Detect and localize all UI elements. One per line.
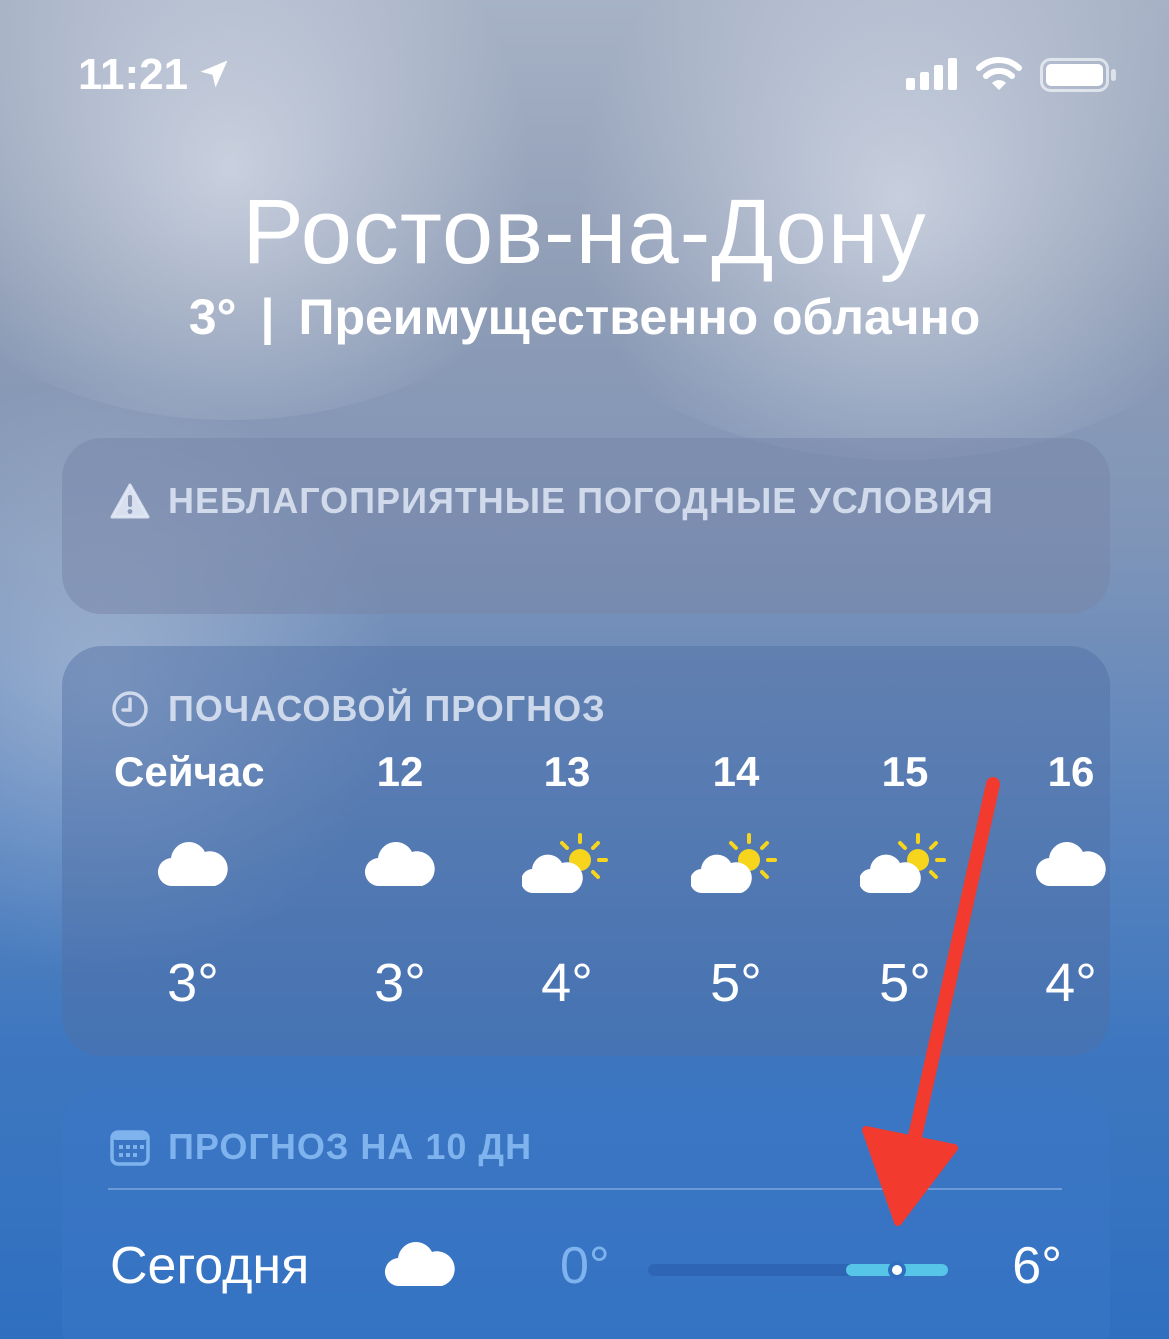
partly-sunny-icon [482,798,652,928]
hourly-item: 12 3° [315,746,485,1014]
hour-label: 12 [376,748,424,795]
hour-temperature: 3° [167,953,219,1013]
hour-temperature: 5° [879,953,931,1013]
alert-title: НЕБЛАГОПРИЯТНЫЕ ПОГОДНЫЕ УСЛОВИЯ [168,480,994,521]
hour-label: Сейчас [114,748,265,795]
hour-temperature: 5° [710,953,762,1013]
day-name: Сегодня [110,1237,310,1295]
daily-header: ПРОГНОЗ НА 10 ДН [110,1126,532,1168]
alert-header: НЕБЛАГОПРИЯТНЫЕ ПОГОДНЫЕ УСЛОВИЯ [110,480,994,522]
current-condition: Преимущественно облачно [298,289,981,345]
hour-temperature: 4° [1045,953,1097,1013]
calendar-icon [110,1130,150,1166]
day-low-temperature: 0° [560,1237,610,1295]
hourly-item: Сейчас 3° [108,746,278,1014]
hourly-item: 14 5° [651,746,821,1014]
hourly-header: ПОЧАСОВОЙ ПРОГНОЗ [110,688,606,730]
hourly-item: 16 4° [986,746,1110,1014]
partly-sunny-icon [820,798,990,928]
weather-screen: 11:21 Ростов-на-Дону 3° | Преимущественно … [0,0,1169,1339]
hourly-item: 13 4° [482,746,652,1014]
current-temperature: 3° [188,289,237,345]
cloud-icon [315,798,485,928]
hourly-forecast-card[interactable]: ПОЧАСОВОЙ ПРОГНОЗ Сейчас 3° 12 3° 13 4° … [62,646,1110,1056]
daily-title: ПРОГНОЗ НА 10 ДН [168,1126,533,1167]
temperature-range-bar [648,1261,948,1279]
hourly-item: 15 5° [820,746,990,1014]
divider [108,1188,1062,1190]
hour-label: 14 [712,748,760,795]
battery-icon [1040,58,1116,92]
current-temperature-marker [888,1261,906,1279]
hour-label: 13 [543,748,591,795]
current-summary: 3° | Преимущественно облачно [0,288,1169,346]
cloud-icon [108,798,278,928]
status-time: 11:21 [78,50,189,99]
cloud-icon [384,1238,456,1293]
hourly-title: ПОЧАСОВОЙ ПРОГНОЗ [168,688,606,729]
location-arrow-icon [200,60,228,88]
cellular-signal-icon [906,58,957,90]
hour-temperature: 3° [374,953,426,1013]
summary-separator: | [260,289,275,345]
cloud-icon [986,798,1110,928]
wifi-icon [976,57,1022,90]
clock-icon [112,691,148,727]
weather-alert-card[interactable]: НЕБЛАГОПРИЯТНЫЕ ПОГОДНЫЕ УСЛОВИЯ [62,438,1110,614]
day-row[interactable]: Сегодня 0° 6° [110,1228,1062,1298]
hour-temperature: 4° [541,953,593,1013]
city-name: Ростов-на-Дону [242,181,927,283]
hour-label: 15 [881,748,929,795]
partly-sunny-icon [651,798,821,928]
ten-day-forecast-card[interactable]: ПРОГНОЗ НА 10 ДН Сегодня 0° 6° [62,1088,1110,1339]
warning-triangle-icon [110,483,150,519]
hour-label: 16 [1047,748,1095,795]
day-high-temperature: 6° [1012,1237,1062,1295]
